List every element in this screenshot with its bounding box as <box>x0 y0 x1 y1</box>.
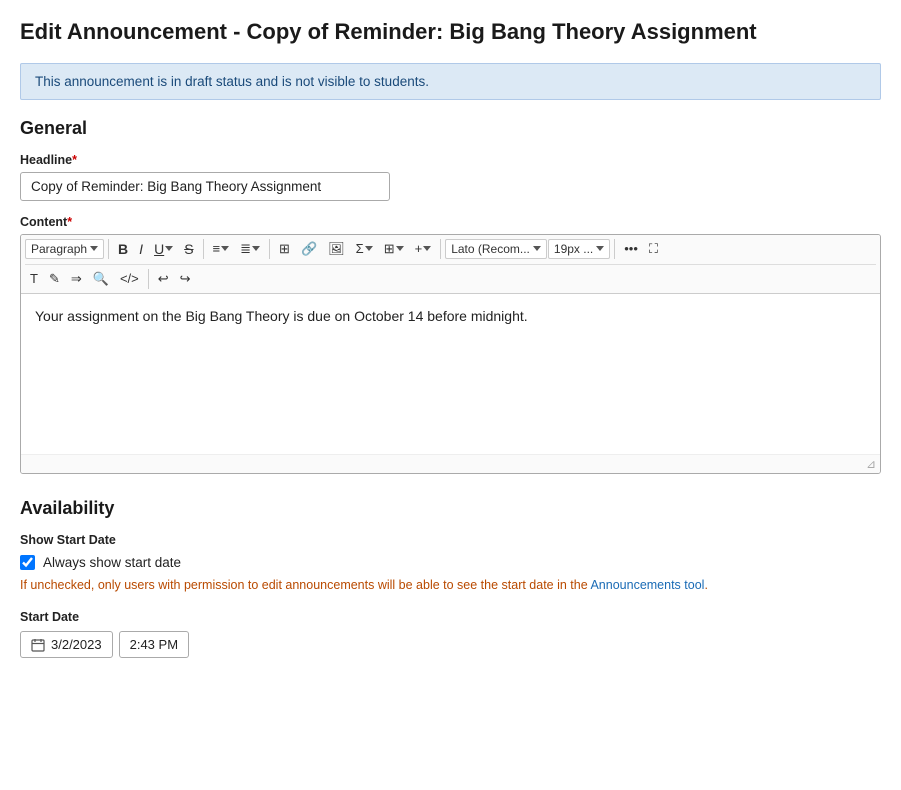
more-icon: ••• <box>624 241 638 256</box>
format-icon: T <box>30 271 38 286</box>
indent-icon: ⇒ <box>71 271 82 287</box>
source-button[interactable]: </> <box>115 268 144 289</box>
grid-chevron-icon <box>396 246 404 251</box>
always-show-checkbox[interactable] <box>20 555 35 570</box>
toolbar-separator-1 <box>108 239 109 259</box>
source-icon: </> <box>120 271 139 286</box>
format-button[interactable]: T <box>25 268 43 289</box>
start-date-time-row: 3/2/2023 2:43 PM <box>20 631 881 658</box>
image-button[interactable]: 🖼 <box>323 238 350 260</box>
plus-icon: + <box>415 241 423 256</box>
align-button[interactable]: ≡ <box>208 238 235 259</box>
table-insert-button[interactable]: ⊞ <box>274 238 295 260</box>
toolbar-separator-5 <box>614 239 615 259</box>
draft-notice-banner: This announcement is in draft status and… <box>20 63 881 100</box>
editor-resize-handle[interactable]: ⊿ <box>21 454 880 473</box>
size-chevron-icon <box>596 246 604 251</box>
size-dropdown[interactable]: 19px ... <box>548 239 610 259</box>
font-chevron-icon <box>533 246 541 251</box>
editor-content-area[interactable]: Your assignment on the Big Bang Theory i… <box>21 294 880 454</box>
headline-input[interactable] <box>20 172 390 201</box>
start-date-label: Start Date <box>20 610 881 624</box>
start-date-picker[interactable]: 3/2/2023 <box>20 631 113 658</box>
font-label: Lato (Recom... <box>451 242 530 256</box>
bold-button[interactable]: B <box>113 238 133 260</box>
plus-chevron-icon <box>423 246 431 251</box>
editor-body-text: Your assignment on the Big Bang Theory i… <box>35 306 866 327</box>
list-button[interactable]: ≣ <box>235 238 265 260</box>
find-replace-icon: 🔍 <box>93 271 109 287</box>
paragraph-label: Paragraph <box>31 242 87 256</box>
list-chevron-icon <box>252 246 260 251</box>
availability-section: Availability Show Start Date Always show… <box>20 498 881 659</box>
toolbar-separator-4 <box>440 239 441 259</box>
toolbar-separator-2 <box>203 239 204 259</box>
image-icon: 🖼 <box>328 241 345 257</box>
list-icon: ≣ <box>240 241 251 257</box>
start-time-picker[interactable]: 2:43 PM <box>119 631 189 658</box>
general-section-heading: General <box>20 118 881 139</box>
headline-field-group: Headline* <box>20 153 881 201</box>
link-icon: 🔗 <box>301 241 317 257</box>
underline-chevron-icon <box>165 246 173 251</box>
pencil-icon: ✎ <box>49 271 60 287</box>
pencil-button[interactable]: ✎ <box>44 268 65 290</box>
font-dropdown[interactable]: Lato (Recom... <box>445 239 547 259</box>
toolbar-separator-6 <box>148 269 149 289</box>
announcements-tool-link[interactable]: Announcements tool <box>590 578 704 592</box>
content-required: * <box>67 215 72 229</box>
table-icon: ⊞ <box>279 241 290 257</box>
content-field-group: Content* Paragraph B I <box>20 215 881 474</box>
sigma-icon: Σ <box>356 241 364 256</box>
page-container: Edit Announcement - Copy of Reminder: Bi… <box>0 0 901 790</box>
editor-toolbar-row1: Paragraph B I U S <box>21 235 880 294</box>
toolbar-separator-3 <box>269 239 270 259</box>
align-chevron-icon <box>221 246 229 251</box>
grid-icon: ⊞ <box>384 241 395 257</box>
size-label: 19px ... <box>554 242 593 256</box>
always-show-checkbox-row: Always show start date <box>20 555 881 570</box>
align-icon: ≡ <box>213 241 221 256</box>
strikethrough-button[interactable]: S <box>179 238 198 260</box>
more-button[interactable]: ••• <box>619 238 643 259</box>
page-title: Edit Announcement - Copy of Reminder: Bi… <box>20 18 881 47</box>
undo-icon: ↩ <box>158 271 169 287</box>
headline-label: Headline* <box>20 153 881 167</box>
redo-button[interactable]: ↪ <box>175 268 196 290</box>
fullscreen-button[interactable]: ⛶ <box>644 238 663 260</box>
plus-button[interactable]: + <box>410 238 437 259</box>
always-show-label: Always show start date <box>43 555 181 570</box>
undo-button[interactable]: ↩ <box>153 268 174 290</box>
calendar-icon <box>31 638 45 652</box>
indent-button[interactable]: ⇒ <box>66 268 87 290</box>
grid-button[interactable]: ⊞ <box>379 238 409 260</box>
show-start-date-label: Show Start Date <box>20 533 881 547</box>
rich-text-editor: Paragraph B I U S <box>20 234 881 474</box>
start-date-value: 3/2/2023 <box>51 637 102 652</box>
sigma-chevron-icon <box>365 246 373 251</box>
paragraph-chevron-icon <box>90 246 98 251</box>
start-time-value: 2:43 PM <box>130 637 178 652</box>
draft-notice-text: This announcement is in draft status and… <box>35 74 429 89</box>
paragraph-dropdown[interactable]: Paragraph <box>25 239 104 259</box>
headline-required: * <box>72 153 77 167</box>
link-button[interactable]: 🔗 <box>296 238 322 260</box>
redo-icon: ↪ <box>180 271 191 287</box>
find-replace-button[interactable]: 🔍 <box>88 268 114 290</box>
show-start-date-notice: If unchecked, only users with permission… <box>20 577 881 595</box>
fullscreen-icon: ⛶ <box>649 241 658 257</box>
underline-button[interactable]: U <box>149 238 178 260</box>
content-label: Content* <box>20 215 881 229</box>
availability-section-heading: Availability <box>20 498 881 519</box>
sigma-button[interactable]: Σ <box>351 238 378 259</box>
italic-button[interactable]: I <box>134 238 148 260</box>
